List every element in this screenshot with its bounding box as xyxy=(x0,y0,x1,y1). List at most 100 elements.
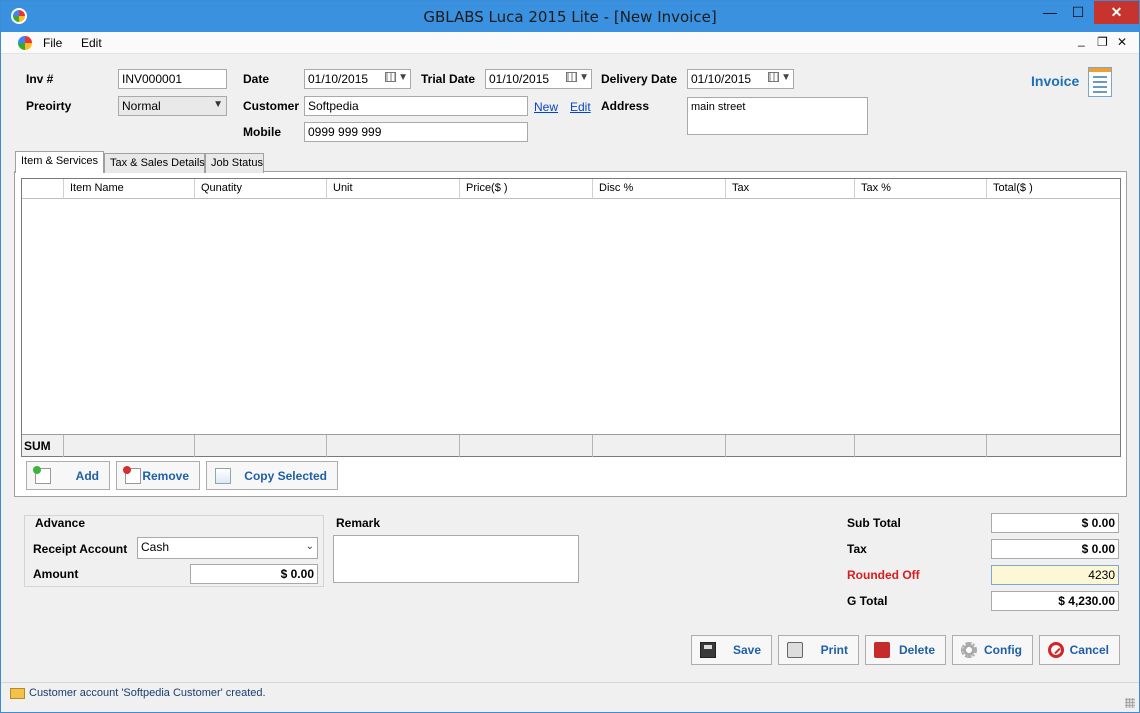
cancel-label: Cancel xyxy=(1069,643,1109,657)
invoice-heading: Invoice xyxy=(1031,73,1080,89)
address-label: Address xyxy=(601,99,650,113)
tab-tax-sales[interactable]: Tax & Sales Details xyxy=(104,153,205,173)
copy-selected-label: Copy Selected xyxy=(244,469,327,483)
column-header-tax[interactable]: Tax xyxy=(726,179,855,199)
sum-cell xyxy=(855,435,987,457)
calendar-icon[interactable]: ▼ xyxy=(768,72,791,83)
column-header-tax-percent[interactable]: Tax % xyxy=(855,179,987,199)
subtotal-field: $ 0.00 xyxy=(991,513,1119,533)
delivery-date-picker[interactable]: 01/10/2015 ▼ xyxy=(687,69,794,89)
window-title: GBLABS Luca 2015 Lite - [New Invoice] xyxy=(423,8,717,26)
menu-edit[interactable]: Edit xyxy=(81,36,102,50)
advance-heading: Advance xyxy=(33,516,88,530)
chevron-down-icon: ▼ xyxy=(213,99,223,110)
grid-sum-row: SUM xyxy=(22,434,1120,457)
add-item-label: Add xyxy=(75,469,99,483)
date-label: Date xyxy=(243,72,270,86)
calendar-icon[interactable]: ▼ xyxy=(566,72,589,83)
print-icon xyxy=(787,642,803,658)
column-header-total[interactable]: Total($ ) xyxy=(987,179,1120,199)
copy-selected-button[interactable]: Copy Selected xyxy=(206,461,338,490)
app-window: GBLABS Luca 2015 Lite - [New Invoice] — … xyxy=(0,0,1140,713)
menu-bar: File Edit _ ❐ ✕ xyxy=(1,32,1139,54)
print-label: Print xyxy=(820,643,848,657)
address-field[interactable]: main street xyxy=(687,97,868,135)
date-picker[interactable]: 01/10/2015 ▼ xyxy=(304,69,411,89)
menu-file[interactable]: File xyxy=(43,36,62,50)
amount-label: Amount xyxy=(33,567,79,581)
tax-total-label: Tax xyxy=(847,542,867,556)
gear-icon xyxy=(961,642,977,658)
column-header-quantity[interactable]: Qunatity xyxy=(195,179,327,199)
receipt-account-value: Cash xyxy=(141,540,170,554)
resize-grip[interactable] xyxy=(1125,698,1135,708)
copy-icon xyxy=(215,468,231,484)
delivery-date-label: Delivery Date xyxy=(601,72,678,86)
trial-date-label: Trial Date xyxy=(421,72,476,86)
receipt-account-select[interactable]: Cash ⌄ xyxy=(137,537,318,559)
save-button[interactable]: Save xyxy=(691,635,772,665)
sum-cell xyxy=(460,435,593,457)
column-header-price[interactable]: Price($ ) xyxy=(460,179,593,199)
print-button[interactable]: Print xyxy=(778,635,859,665)
column-header-disc[interactable]: Disc % xyxy=(593,179,726,199)
delete-icon xyxy=(874,642,890,658)
config-button[interactable]: Config xyxy=(952,635,1033,665)
invoice-document-icon xyxy=(1088,67,1112,97)
grand-total-label: G Total xyxy=(847,594,888,608)
mobile-field[interactable]: 0999 999 999 xyxy=(304,122,528,142)
delete-button[interactable]: Delete xyxy=(865,635,946,665)
mdi-restore-button[interactable]: ❐ xyxy=(1097,35,1108,49)
items-grid[interactable]: Item Name Qunatity Unit Price($ ) Disc %… xyxy=(21,178,1121,457)
sum-cell xyxy=(726,435,855,457)
status-message: Customer account 'Softpedia Customer' cr… xyxy=(29,687,266,699)
mdi-minimize-button[interactable]: _ xyxy=(1078,33,1085,47)
sum-cell xyxy=(987,435,1120,457)
priority-value: Normal xyxy=(122,99,161,113)
rounded-off-label: Rounded Off xyxy=(847,568,920,582)
remark-field[interactable] xyxy=(333,535,579,583)
remark-label: Remark xyxy=(336,516,381,530)
trial-date-picker[interactable]: 01/10/2015 ▼ xyxy=(485,69,592,89)
close-button[interactable]: ✕ xyxy=(1094,1,1139,24)
calendar-icon[interactable]: ▼ xyxy=(385,72,408,83)
config-label: Config xyxy=(984,643,1022,657)
document-icon[interactable] xyxy=(18,36,32,50)
date-value: 01/10/2015 xyxy=(308,72,369,86)
new-customer-link[interactable]: New xyxy=(534,100,558,114)
column-header-unit[interactable]: Unit xyxy=(327,179,460,199)
sum-cell xyxy=(195,435,327,457)
priority-select[interactable]: Normal ▼ xyxy=(118,96,227,116)
trial-date-value: 01/10/2015 xyxy=(489,72,550,86)
remove-item-button[interactable]: Remove xyxy=(116,461,200,490)
save-label: Save xyxy=(732,643,761,657)
column-header-selector[interactable] xyxy=(22,179,64,199)
tab-item-services[interactable]: Item & Services xyxy=(15,151,104,173)
mdi-close-button[interactable]: ✕ xyxy=(1117,35,1127,49)
tab-job-status[interactable]: Job Status xyxy=(205,153,264,173)
rounded-off-field[interactable]: 4230 xyxy=(991,565,1119,585)
inv-number-field[interactable]: INV000001 xyxy=(118,69,227,89)
sum-cell xyxy=(593,435,726,457)
column-header-item-name[interactable]: Item Name xyxy=(64,179,195,199)
amount-field[interactable]: $ 0.00 xyxy=(190,564,318,584)
add-icon xyxy=(33,466,51,484)
inv-label: Inv # xyxy=(26,72,54,86)
edit-customer-link[interactable]: Edit xyxy=(570,100,591,114)
cancel-icon xyxy=(1048,642,1064,658)
sum-cell xyxy=(327,435,460,457)
grid-header: Item Name Qunatity Unit Price($ ) Disc %… xyxy=(22,179,1120,199)
grand-total-field: $ 4,230.00 xyxy=(991,591,1119,611)
envelope-icon xyxy=(10,688,25,699)
subtotal-label: Sub Total xyxy=(847,516,901,530)
minimize-button[interactable]: — xyxy=(1037,1,1063,24)
chevron-down-icon: ⌄ xyxy=(305,541,314,552)
customer-field[interactable]: Softpedia xyxy=(304,96,528,116)
maximize-button[interactable]: ☐ xyxy=(1065,1,1091,24)
cancel-button[interactable]: Cancel xyxy=(1039,635,1120,665)
add-item-button[interactable]: Add xyxy=(26,461,110,490)
remove-item-label: Remove xyxy=(142,469,189,483)
customer-label: Customer xyxy=(243,99,300,113)
title-bar[interactable]: GBLABS Luca 2015 Lite - [New Invoice] — … xyxy=(1,1,1139,32)
tax-total-field: $ 0.00 xyxy=(991,539,1119,559)
